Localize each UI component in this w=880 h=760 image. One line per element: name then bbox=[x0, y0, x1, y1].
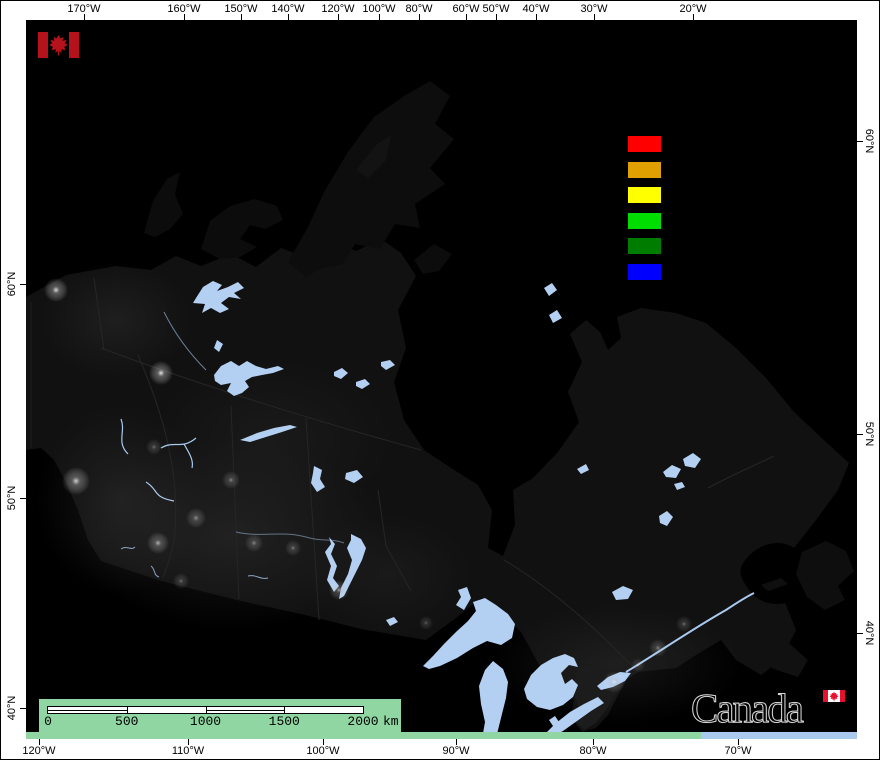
map-layout-page: km 0 500 1000 1500 2000 Canada 170°W 160°W 150… bbox=[0, 0, 880, 760]
scalebar bbox=[47, 706, 364, 714]
axis-label-bottom: 120°W bbox=[22, 745, 55, 757]
legend-swatch bbox=[628, 213, 661, 229]
axis-label-top: 100°W bbox=[362, 3, 395, 15]
flag-red-bar bbox=[69, 32, 79, 58]
axis-label-bottom: 90°W bbox=[442, 745, 469, 757]
axis-tick-left bbox=[20, 284, 26, 285]
axis-label-left: 60°N bbox=[6, 272, 18, 297]
canada-raster-map bbox=[26, 20, 857, 739]
axis-label-right: 50°N bbox=[863, 422, 875, 447]
axis-label-top: 120°W bbox=[321, 3, 354, 15]
scalebar-label: 2000 bbox=[347, 714, 378, 729]
axis-label-bottom: 80°W bbox=[579, 745, 606, 757]
canada-wordmark: Canada bbox=[691, 685, 851, 735]
wordmark-flag-icon bbox=[823, 690, 845, 702]
axis-label-top: 150°W bbox=[224, 3, 257, 15]
canada-flag-icon bbox=[38, 32, 79, 58]
axis-label-top: 170°W bbox=[67, 3, 100, 15]
axis-label-top: 140°W bbox=[271, 3, 304, 15]
scalebar-label: 1500 bbox=[269, 714, 300, 729]
axis-tick-left bbox=[20, 708, 26, 709]
scalebar-label: 500 bbox=[115, 714, 138, 729]
axis-label-right: 60°N bbox=[863, 129, 875, 154]
axis-label-right: 40°N bbox=[863, 621, 875, 646]
axis-label-top: 80°W bbox=[405, 3, 432, 15]
legend-swatch bbox=[628, 136, 661, 152]
axis-label-top: 30°W bbox=[580, 3, 607, 15]
us-land-strip bbox=[26, 732, 701, 739]
axis-label-top: 20°W bbox=[679, 3, 706, 15]
axis-tick-left bbox=[20, 498, 26, 499]
flag-red-bar bbox=[38, 32, 48, 58]
maple-leaf-icon bbox=[48, 34, 69, 56]
axis-label-top: 60°W bbox=[452, 3, 479, 15]
axis-label-bottom: 100°W bbox=[306, 745, 339, 757]
scalebar-label: 0 bbox=[44, 714, 52, 729]
legend-swatch bbox=[628, 264, 661, 280]
axis-label-bottom: 70°W bbox=[724, 745, 751, 757]
axis-label-top: 40°W bbox=[522, 3, 549, 15]
axis-label-bottom: 110°W bbox=[172, 745, 204, 757]
axis-label-top: 160°W bbox=[167, 3, 200, 15]
axis-label-left: 50°N bbox=[6, 486, 18, 511]
scalebar-label: 1000 bbox=[190, 714, 221, 729]
legend-swatch bbox=[628, 162, 661, 178]
legend-swatch bbox=[628, 238, 661, 254]
scalebar-panel: km 0 500 1000 1500 2000 bbox=[39, 699, 401, 732]
axis-label-left: 40°N bbox=[6, 696, 18, 721]
axis-label-top: 50°W bbox=[482, 3, 509, 15]
legend-swatch bbox=[628, 187, 661, 203]
map-canvas[interactable] bbox=[26, 20, 857, 739]
scalebar-unit: km bbox=[383, 714, 399, 729]
